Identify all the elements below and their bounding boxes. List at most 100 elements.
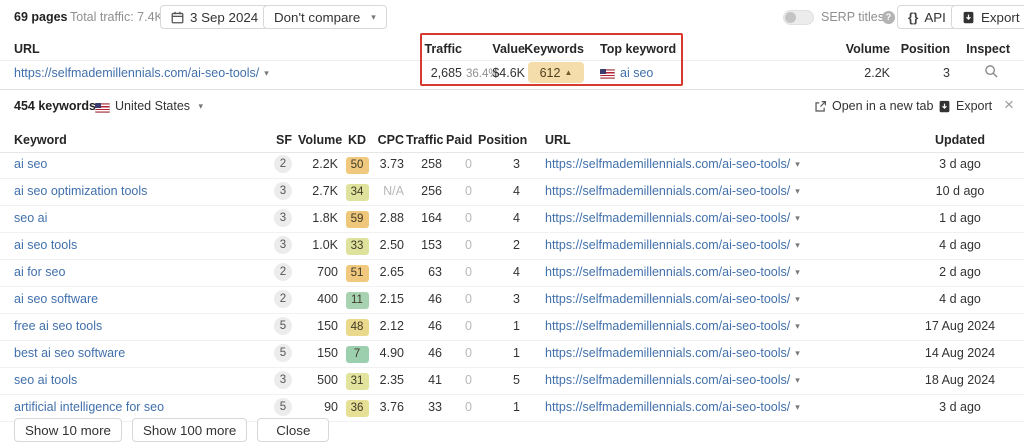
page-url-link[interactable]: https://selfmademillennials.com/ai-seo-t…	[14, 66, 259, 80]
url-link-text[interactable]: https://selfmademillennials.com/ai-seo-t…	[545, 265, 790, 279]
chevron-down-icon[interactable]: ▾	[795, 159, 800, 169]
export-keywords-label: Export	[956, 99, 993, 113]
chevron-down-icon[interactable]: ▾	[795, 348, 800, 358]
sf-badge: 2	[274, 263, 292, 281]
cpc-cell: N/A	[383, 184, 404, 198]
inspect-button[interactable]	[984, 64, 999, 79]
keyword-table-row: ai for seo 2 700 51 2.65 63 0 4 https://…	[0, 260, 1024, 287]
keyword-table-row: seo ai tools 3 500 31 2.35 41 0 5 https:…	[0, 368, 1024, 395]
chevron-down-icon[interactable]: ▾	[795, 240, 800, 250]
keyword-link[interactable]: ai seo tools	[14, 238, 77, 252]
url-link-text[interactable]: https://selfmademillennials.com/ai-seo-t…	[545, 346, 790, 360]
header-url[interactable]: URL	[545, 133, 571, 147]
chevron-down-icon[interactable]: ▾	[795, 402, 800, 412]
position-cell: 3	[513, 292, 520, 306]
sf-cell: 2	[256, 155, 292, 173]
sf-cell: 3	[256, 209, 292, 227]
chevron-down-icon[interactable]: ▾	[795, 267, 800, 277]
position-cell: 1	[513, 319, 520, 333]
header-updated[interactable]: Updated	[905, 133, 1015, 147]
export-keywords-button[interactable]: Export	[938, 99, 992, 113]
keyword-link[interactable]: free ai seo tools	[14, 319, 102, 333]
header-keyword[interactable]: Keyword	[14, 133, 67, 147]
traffic-cell: 164	[421, 211, 442, 225]
keyword-link[interactable]: seo ai	[14, 211, 47, 225]
url-link-text[interactable]: https://selfmademillennials.com/ai-seo-t…	[545, 211, 790, 225]
external-link-icon	[815, 101, 826, 112]
sf-badge: 5	[274, 317, 292, 335]
chevron-down-icon[interactable]: ▾	[795, 213, 800, 223]
chevron-down-icon[interactable]: ▾	[264, 68, 269, 78]
keyword-table-row: ai seo 2 2.2K 50 3.73 258 0 3 https://se…	[0, 152, 1024, 179]
url-link-text[interactable]: https://selfmademillennials.com/ai-seo-t…	[545, 238, 790, 252]
top-keyword-link[interactable]: ai seo	[620, 66, 653, 80]
country-dropdown[interactable]: United States ▾	[115, 99, 203, 113]
keyword-table-header: Keyword SF Volume KD CPC Traffic Paid Po…	[0, 127, 1024, 153]
url-link-text[interactable]: https://selfmademillennials.com/ai-seo-t…	[545, 400, 790, 414]
keywords-panel-header: 454 keywords United States ▾ Open in a n…	[0, 90, 1024, 122]
kd-badge: 7	[345, 346, 369, 363]
keyword-link[interactable]: ai for seo	[14, 265, 65, 279]
sf-cell: 5	[256, 344, 292, 362]
keywords-count-badge[interactable]: 612 ▲	[528, 62, 584, 83]
keyword-link[interactable]: ai seo optimization tools	[14, 184, 147, 198]
header-paid[interactable]: Paid	[446, 133, 472, 147]
url-link-text[interactable]: https://selfmademillennials.com/ai-seo-t…	[545, 157, 790, 171]
volume-cell: 150	[317, 346, 338, 360]
cpc-cell: 2.35	[379, 373, 404, 387]
paid-cell: 0	[465, 157, 472, 171]
header-position[interactable]: Position	[478, 133, 527, 147]
header-sf[interactable]: SF	[256, 133, 292, 147]
url-link-text[interactable]: https://selfmademillennials.com/ai-seo-t…	[545, 373, 790, 387]
keyword-link[interactable]: ai seo	[14, 157, 47, 171]
header-cpc[interactable]: CPC	[374, 133, 404, 147]
url-link-text[interactable]: https://selfmademillennials.com/ai-seo-t…	[545, 319, 790, 333]
cpc-cell: 2.12	[379, 319, 404, 333]
keyword-link[interactable]: seo ai tools	[14, 373, 77, 387]
ahrefs-top-pages-panel: 69 pages Total traffic: 7.4K 3 Sep 2024 …	[0, 0, 1024, 446]
url-link-text[interactable]: https://selfmademillennials.com/ai-seo-t…	[545, 292, 790, 306]
updated-cell: 18 Aug 2024	[924, 373, 996, 387]
chevron-down-icon[interactable]: ▾	[795, 321, 800, 331]
updated-cell: 4 d ago	[939, 292, 981, 306]
date-label: 3 Sep 2024	[190, 9, 259, 25]
traffic-cell: 256	[421, 184, 442, 198]
table-footer: Show 10 more Show 100 more Close	[14, 418, 330, 442]
keyword-link[interactable]: best ai seo software	[14, 346, 125, 360]
header-volume[interactable]: Volume	[298, 133, 342, 147]
keywords-count: 612	[539, 65, 561, 80]
position-cell: 4	[513, 265, 520, 279]
traffic-cell: 258	[421, 157, 442, 171]
updated-cell: 10 d ago	[935, 184, 985, 198]
updated-cell: 3 d ago	[939, 400, 981, 414]
serp-titles-toggle[interactable]	[783, 10, 814, 25]
show-10-more-button[interactable]: Show 10 more	[14, 418, 122, 442]
show-100-more-button[interactable]: Show 100 more	[131, 418, 248, 442]
help-icon[interactable]: ?	[882, 11, 895, 24]
summary-header-position: Position	[900, 42, 950, 56]
chevron-down-icon[interactable]: ▾	[795, 375, 800, 385]
keyword-rows: ai seo 2 2.2K 50 3.73 258 0 3 https://se…	[0, 152, 1024, 422]
api-label: API	[924, 9, 946, 25]
chevron-down-icon[interactable]: ▾	[795, 294, 800, 304]
paid-cell: 0	[465, 265, 472, 279]
header-traffic[interactable]: Traffic	[406, 133, 444, 147]
api-button[interactable]: {} API	[897, 5, 957, 29]
url-link-text[interactable]: https://selfmademillennials.com/ai-seo-t…	[545, 184, 790, 198]
close-button[interactable]: Close	[257, 418, 330, 442]
header-kd[interactable]: KD	[344, 133, 370, 147]
keyword-link[interactable]: artificial intelligence for seo	[14, 400, 164, 414]
kd-badge: 59	[345, 211, 369, 228]
divider	[0, 60, 1024, 61]
traffic-cell: 46	[428, 346, 442, 360]
kd-badge: 36	[345, 400, 369, 417]
toggle-knob	[785, 12, 796, 23]
kd-badge: 48	[345, 319, 369, 336]
export-button[interactable]: Export	[951, 5, 1024, 29]
keyword-link[interactable]: ai seo software	[14, 292, 98, 306]
traffic-cell: 41	[428, 373, 442, 387]
close-icon[interactable]: ×	[1004, 95, 1014, 115]
chevron-down-icon[interactable]: ▾	[795, 186, 800, 196]
open-new-tab-button[interactable]: Open in a new tab	[814, 99, 933, 113]
compare-dropdown[interactable]: Don't compare ▾	[263, 5, 387, 29]
